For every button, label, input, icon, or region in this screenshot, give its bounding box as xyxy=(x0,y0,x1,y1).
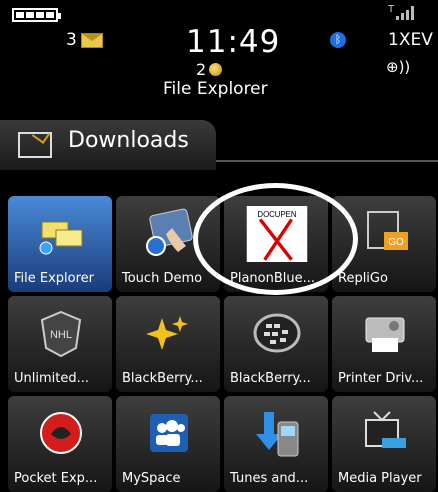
file-explorer-icon xyxy=(39,221,83,255)
app-blackberry-1[interactable]: BlackBerry... xyxy=(116,296,220,392)
pocket-express-icon xyxy=(40,412,82,454)
media-player-icon xyxy=(365,411,406,448)
divider xyxy=(216,160,438,172)
app-pocket-express[interactable]: Pocket Exp... xyxy=(8,396,112,492)
app-label: Media Player xyxy=(338,471,422,486)
folder-header: Downloads xyxy=(0,120,438,188)
docupen-icon: DOCUPEN xyxy=(246,206,308,262)
mail-indicator[interactable]: 3 xyxy=(66,30,103,50)
clock: 11:49 xyxy=(186,24,281,60)
folder-tab[interactable]: Downloads xyxy=(0,120,216,170)
bbm-icon xyxy=(209,63,223,76)
signal-antenna-icon: T xyxy=(388,4,395,15)
signal-strength-icon xyxy=(396,6,414,20)
app-planonblue[interactable]: DOCUPEN PlanonBlue... xyxy=(224,196,328,292)
app-label: RepliGo xyxy=(338,271,388,286)
nhl-logo-text: NHL xyxy=(50,329,72,341)
sparkle-icon xyxy=(146,316,188,350)
app-label: Unlimited... xyxy=(14,371,89,386)
network-type: 1XEV xyxy=(388,30,433,50)
bbm-count: 2 xyxy=(196,60,207,79)
app-label: Printer Driv... xyxy=(338,371,424,386)
app-tunes[interactable]: Tunes and... xyxy=(224,396,328,492)
app-label: BlackBerry... xyxy=(122,371,203,386)
tunes-icon xyxy=(256,412,299,457)
app-touch-demo[interactable]: Touch Demo xyxy=(116,196,220,292)
app-blackberry-2[interactable]: BlackBerry... xyxy=(224,296,328,392)
printer-icon xyxy=(365,317,405,352)
touch-demo-icon xyxy=(146,208,193,256)
wifi-icon: ⊕)) xyxy=(386,58,411,76)
app-label: Touch Demo xyxy=(122,271,203,286)
repligo-icon: GO xyxy=(367,211,408,250)
mail-count: 3 xyxy=(66,30,77,50)
app-label: PlanonBlue... xyxy=(230,271,316,286)
app-media-player[interactable]: Media Player xyxy=(332,396,436,492)
app-label: Tunes and... xyxy=(230,471,309,486)
app-unlimited[interactable]: NHL Unlimited... xyxy=(8,296,112,392)
nhl-icon: NHL xyxy=(40,310,82,358)
bluetooth-icon: ᛒ xyxy=(330,32,346,48)
status-bar: 3 11:49 2 File Explorer ᛒ 1XEV T ⊕)) xyxy=(0,0,438,110)
app-myspace[interactable]: MySpace xyxy=(116,396,220,492)
app-label: BlackBerry... xyxy=(230,371,311,386)
folder-icon xyxy=(18,132,52,158)
app-repligo[interactable]: GO RepliGo xyxy=(332,196,436,292)
app-label: MySpace xyxy=(122,471,181,486)
repligo-go-text: GO xyxy=(388,237,404,248)
envelope-icon xyxy=(80,32,103,48)
docupen-logo-text: DOCUPEN xyxy=(257,210,296,219)
myspace-icon xyxy=(150,414,188,452)
app-label: File Explorer xyxy=(14,271,95,286)
bbm-indicator[interactable]: 2 xyxy=(196,60,223,79)
blackberry-logo-icon xyxy=(253,313,301,353)
app-printer-driver[interactable]: Printer Driv... xyxy=(332,296,436,392)
active-app-title: File Explorer xyxy=(163,79,268,99)
battery-icon xyxy=(12,8,61,22)
app-file-explorer[interactable]: File Explorer xyxy=(8,196,112,292)
folder-title: Downloads xyxy=(68,128,189,153)
app-label: Pocket Exp... xyxy=(14,471,98,486)
